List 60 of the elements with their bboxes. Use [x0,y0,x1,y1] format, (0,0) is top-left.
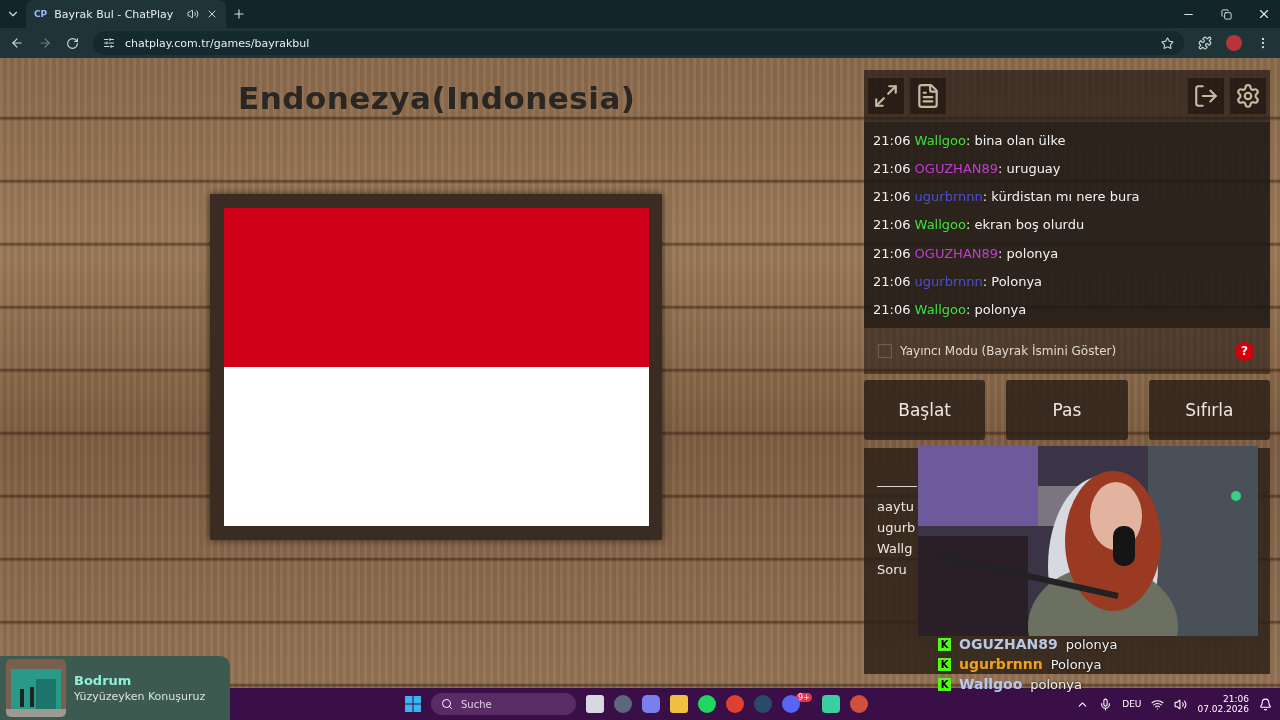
reload-button[interactable] [66,36,79,50]
chat-message: 21:06 ugurbrnnn: kürdistan mı nere bura [873,189,1141,205]
document-icon[interactable] [910,78,946,114]
chat-username: Wallgoo [959,676,1023,692]
extensions-icon[interactable] [1198,36,1212,50]
chat-username: OGUZHAN89 [959,636,1058,652]
favicon: CP [34,9,48,19]
song-title: Bodrum [74,673,133,688]
tab-title: Bayrak Bul - ChatPlay [54,7,175,21]
song-artist: Yüzyüzeyken Konuşuruz [74,690,206,703]
new-tab-button[interactable] [232,7,246,21]
checkbox[interactable] [878,344,892,358]
forward-button[interactable] [38,36,52,50]
microphone-icon[interactable] [1099,697,1113,711]
game-button[interactable]: Pas [1006,380,1128,440]
scoreboard-row-text: ugurb [877,520,917,535]
chat-text: Polonya [1050,656,1102,672]
close-icon[interactable] [206,8,218,20]
network-icon[interactable] [1151,697,1165,711]
windows-icon[interactable] [405,696,421,712]
back-button[interactable] [10,36,24,50]
speaker-icon[interactable] [187,8,199,20]
chat-message: 21:06 ugurbrnnn: Polonya [873,274,1044,290]
platform-badge: K [938,677,951,691]
checkbox-label: Yayıncı Modu (Bayrak İsmini Göster) [900,344,1118,358]
notification-icon[interactable] [1259,697,1272,711]
settings-icon[interactable] [1230,78,1266,114]
chat-message: 21:06 OGUZHAN89: uruguay [873,160,1062,176]
restore-icon[interactable] [1220,8,1232,20]
game-button[interactable]: Başlat [864,380,986,440]
clock-time: 21:06 [1223,694,1249,704]
help-button[interactable]: ? [1235,341,1254,361]
chat-message: 21:06 OGUZHAN89: polonya [873,245,1060,261]
search-icon [441,698,453,710]
game-button[interactable]: Sıfırla [1148,380,1270,440]
app-icon[interactable] [698,695,716,713]
site-settings-icon[interactable] [103,37,115,49]
address-bar[interactable]: chatplay.com.tr/games/bayrakbul [93,31,1184,55]
country-name: Endonezya(Indonesia) [238,80,636,116]
exit-icon[interactable] [1188,78,1224,114]
scoreboard-row-text: Wallg [877,541,914,556]
chat-username: ugurbrnnn [959,656,1043,672]
app-icon[interactable] [821,695,840,713]
volume-icon[interactable] [1174,697,1188,711]
clock-date: 07.02.2026 [1197,704,1249,714]
scoreboard-row-text: Soru [877,562,908,577]
fullscreen-icon[interactable] [868,78,904,114]
close-icon[interactable] [1257,7,1271,21]
language-indicator[interactable]: DEU [1122,699,1142,709]
browser-tab[interactable]: CP Bayrak Bul - ChatPlay [26,0,226,28]
chat-text: polonya [1065,636,1118,652]
scoreboard-row-text: aaytu [877,499,915,514]
bookmark-star-icon[interactable] [1161,36,1174,50]
chat-text: polonya [1030,676,1082,692]
chat-message: 21:06 Wallgoo: polonya [873,302,1028,318]
app-icon[interactable] [642,695,660,713]
chat-message: 21:06 Wallgoo: ekran boş olurdu [873,217,1086,233]
notification-badge: 9+ [796,692,812,702]
search-field[interactable]: Suche [431,693,576,715]
chat-message: 21:06 Wallgoo: bina olan ülke [873,132,1067,148]
